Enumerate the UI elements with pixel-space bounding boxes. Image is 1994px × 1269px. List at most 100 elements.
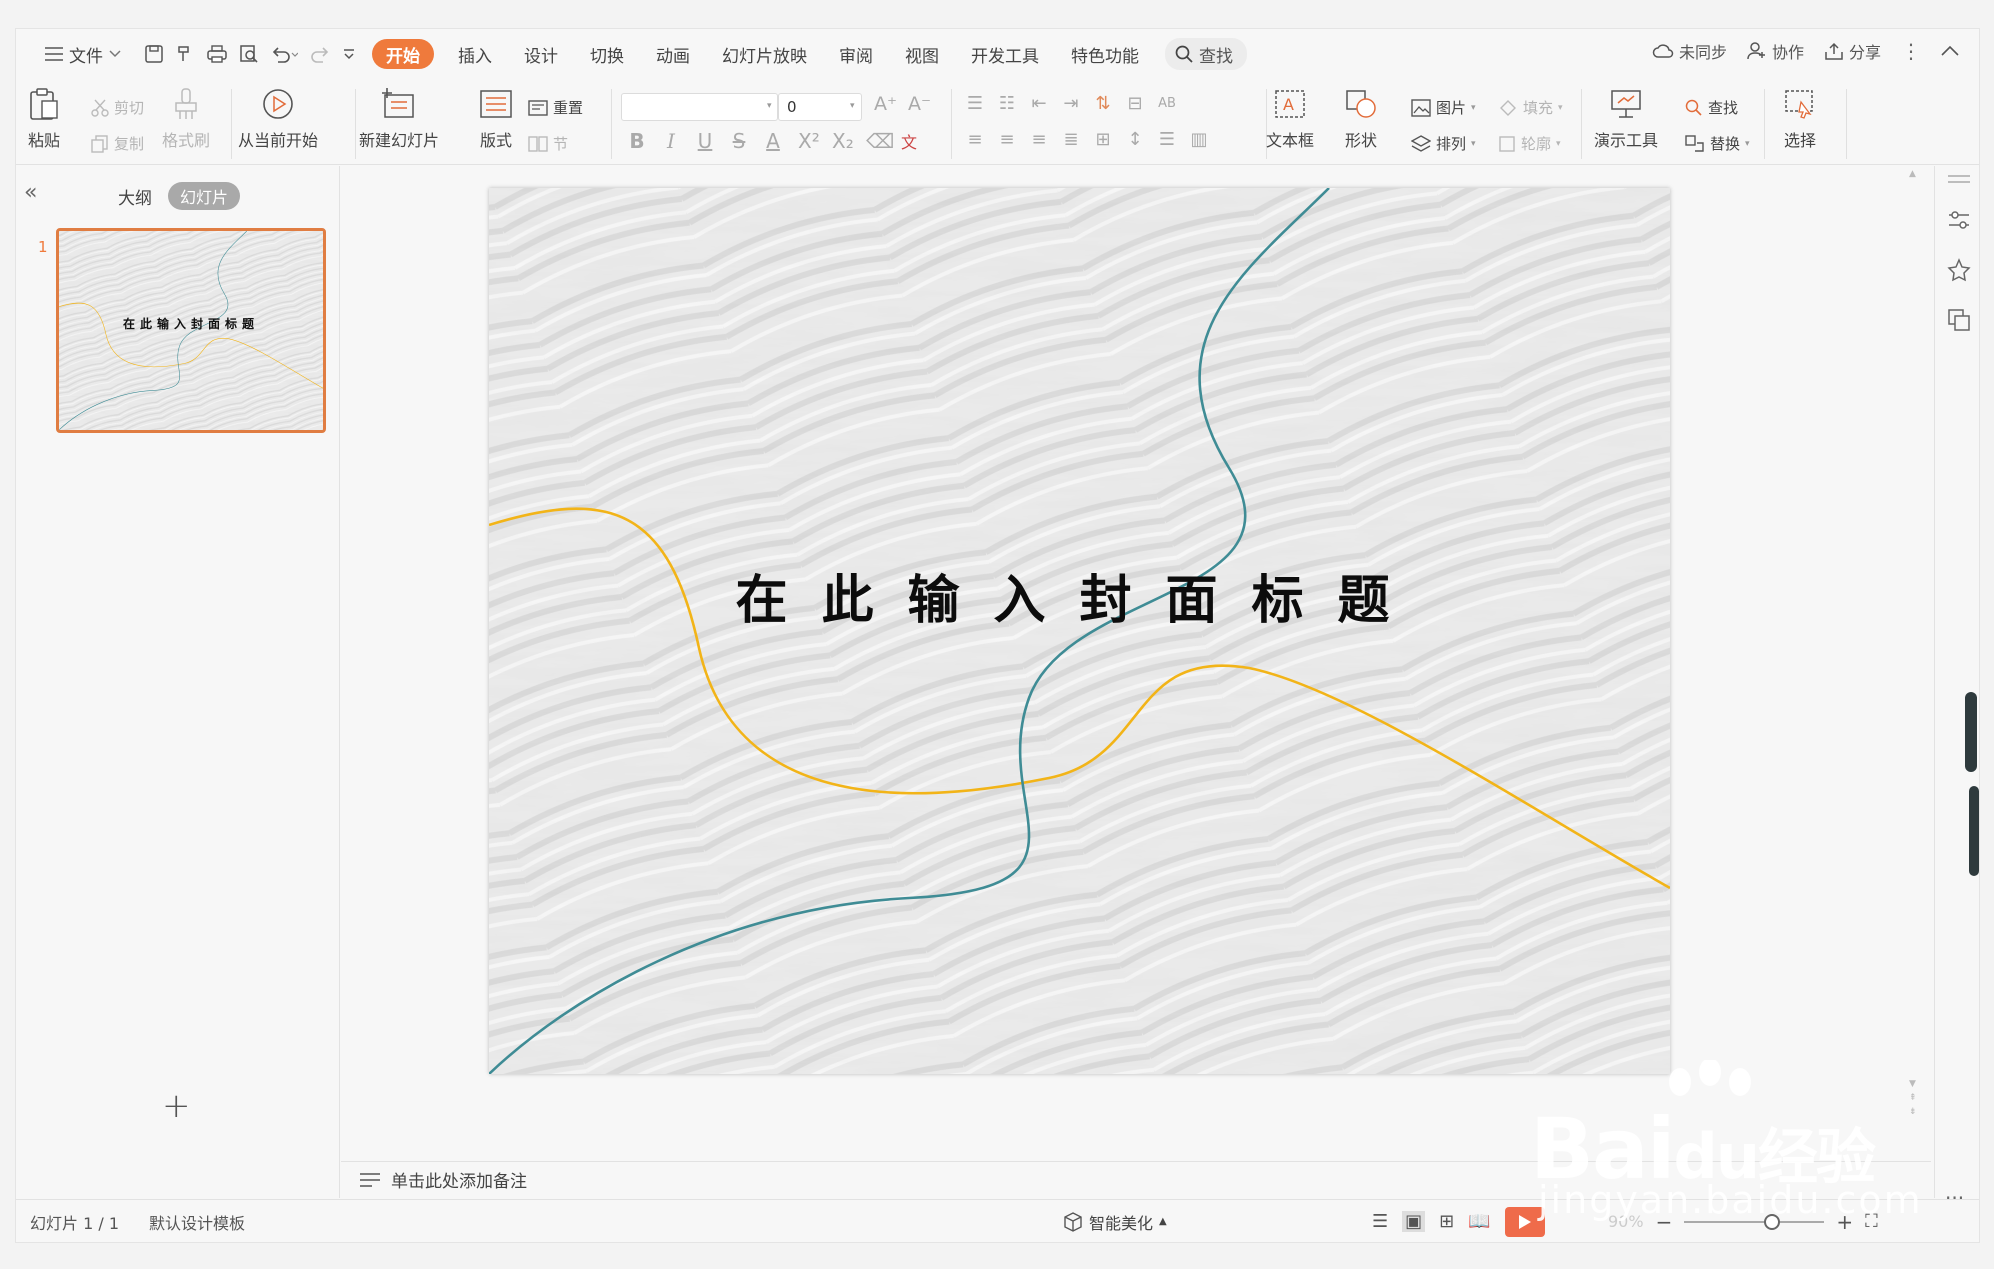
justify-icon[interactable]: ≣ — [1062, 129, 1080, 150]
distribute-icon[interactable]: ⊞ — [1094, 129, 1112, 150]
print-icon[interactable] — [206, 44, 228, 64]
print-preview-icon[interactable] — [239, 44, 259, 64]
subscript-icon[interactable]: X₂ — [832, 129, 854, 153]
section-button[interactable]: 节 — [528, 133, 568, 154]
undo-icon[interactable] — [270, 44, 298, 64]
replace-button[interactable]: 替换 ▾ — [1685, 133, 1750, 154]
font-grow-icon[interactable]: A⁺ — [874, 93, 897, 115]
tab-view[interactable]: 视图 — [889, 39, 955, 69]
slide-thumbnail[interactable]: 在此输入封面标题 — [56, 228, 326, 433]
normal-view-icon[interactable]: ▣ — [1402, 1211, 1426, 1232]
slideshow-play-button[interactable] — [1504, 1206, 1545, 1237]
increase-indent-icon[interactable]: ⇥ — [1062, 93, 1080, 114]
fit-window-icon[interactable]: ⛶ — [1865, 1211, 1878, 1232]
new-slide-button[interactable]: 新建幻灯片 — [359, 87, 439, 151]
align-center-icon[interactable]: ≡ — [998, 129, 1016, 150]
picture-button[interactable]: 图片 ▾ — [1411, 97, 1476, 118]
bold-icon[interactable]: B — [628, 129, 646, 153]
select-button[interactable]: 选择 — [1782, 87, 1818, 151]
tab-developer[interactable]: 开发工具 — [955, 39, 1055, 69]
tab-review[interactable]: 审阅 — [823, 39, 889, 69]
find-button[interactable]: 查找 — [1685, 97, 1738, 118]
tab-outline[interactable]: 大纲 — [118, 184, 152, 209]
collaborate-button[interactable]: 协作 — [1747, 39, 1804, 63]
collapse-panel-icon[interactable]: « — [24, 180, 37, 205]
notes-toggle-icon[interactable]: ☰ — [1372, 1211, 1388, 1232]
convert-smartart-icon[interactable]: AB — [1158, 96, 1176, 111]
properties-icon[interactable] — [1947, 208, 1971, 232]
zoom-level[interactable]: 90% — [1608, 1212, 1644, 1231]
format-brush-icon[interactable] — [175, 44, 195, 64]
save-icon[interactable] — [144, 44, 164, 64]
superscript-icon[interactable]: X² — [798, 129, 820, 153]
tab-insert[interactable]: 插入 — [442, 39, 508, 69]
outline-button[interactable]: 轮廓 ▾ — [1498, 133, 1561, 154]
line-spacing-icon[interactable]: ↕ — [1126, 129, 1144, 150]
textbox-button[interactable]: A 文本框 — [1266, 87, 1314, 151]
collapse-ribbon-icon[interactable] — [1941, 45, 1959, 57]
zoom-slider-knob[interactable] — [1764, 1213, 1781, 1230]
decrease-indent-icon[interactable]: ⇤ — [1030, 93, 1048, 114]
design-template[interactable]: 默认设计模板 — [149, 1210, 245, 1234]
share-button[interactable]: 分享 — [1824, 39, 1881, 63]
font-name-select[interactable] — [621, 93, 778, 121]
tab-animations[interactable]: 动画 — [640, 39, 706, 69]
reading-view-icon[interactable]: 📖 — [1468, 1211, 1490, 1232]
zoom-out-icon[interactable]: − — [1656, 1210, 1673, 1234]
more-options-icon[interactable]: ⋮ — [1901, 39, 1921, 63]
customize-toolbar-icon[interactable] — [342, 44, 356, 64]
font-shrink-icon[interactable]: A⁻ — [908, 93, 931, 115]
zoom-slider[interactable] — [1684, 1213, 1825, 1230]
play-from-current-button[interactable]: 从当前开始 — [238, 87, 318, 151]
shape-button[interactable]: 形状 — [1343, 87, 1379, 151]
zoom-in-icon[interactable]: + — [1836, 1210, 1853, 1234]
copy-button[interactable]: 复制 — [91, 133, 144, 154]
italic-icon[interactable]: I — [662, 129, 680, 153]
tab-special-features[interactable]: 特色功能 — [1055, 39, 1155, 69]
font-color-icon[interactable]: A — [764, 129, 782, 153]
format-painter-button[interactable]: 格式刷 — [162, 87, 210, 151]
pane-handle-icon[interactable] — [1947, 174, 1971, 184]
slide-sorter-icon[interactable]: ⊞ — [1439, 1211, 1454, 1232]
sync-button[interactable]: 未同步 — [1652, 39, 1727, 63]
fill-button[interactable]: 填充 ▾ — [1498, 97, 1563, 118]
add-slide-button[interactable]: + — [162, 1086, 191, 1126]
search-box[interactable]: 查找 — [1165, 38, 1247, 70]
align-left-icon[interactable]: ≡ — [966, 129, 984, 150]
arrange-button[interactable]: 排列 ▾ — [1411, 133, 1476, 154]
tab-home[interactable]: 开始 — [372, 39, 434, 69]
tab-slides[interactable]: 幻灯片 — [168, 182, 241, 210]
tab-slideshow[interactable]: 幻灯片放映 — [706, 39, 823, 69]
bullet-list-icon[interactable]: ☰ — [966, 93, 984, 114]
vertical-scrollbar[interactable]: ▲ ▼ ⇞ ⇟ — [1904, 169, 1918, 1141]
font-size-dropdown-icon[interactable]: ▾ — [850, 101, 855, 111]
text-direction-icon[interactable]: ⇅ — [1094, 93, 1112, 114]
phonetic-guide-icon[interactable]: 文 — [900, 129, 918, 153]
file-menu[interactable]: 文件 — [34, 39, 132, 69]
align-text-icon[interactable]: ⊟ — [1126, 93, 1144, 114]
slide-title[interactable]: 在此输入封面标题 — [489, 558, 1670, 633]
side-tab-handle-2[interactable] — [1969, 786, 1979, 876]
paste-button[interactable]: 粘贴 — [26, 87, 62, 151]
slide-canvas[interactable]: 在此输入封面标题 — [489, 188, 1670, 1074]
slide-transition-icon[interactable] — [1947, 308, 1971, 332]
tab-design[interactable]: 设计 — [508, 39, 574, 69]
redo-icon[interactable] — [309, 44, 331, 64]
font-name-dropdown-icon[interactable]: ▾ — [767, 101, 772, 111]
side-tab-handle[interactable] — [1965, 692, 1977, 772]
layout-button[interactable]: 版式 — [478, 87, 514, 151]
reset-button[interactable]: 重置 — [528, 97, 583, 118]
columns-icon[interactable]: ▥ — [1190, 129, 1208, 150]
animation-star-icon[interactable] — [1947, 258, 1971, 282]
notes-area[interactable]: 单击此处添加备注 — [341, 1161, 1931, 1197]
cut-button[interactable]: 剪切 — [91, 97, 144, 118]
strikethrough-icon[interactable]: S — [730, 129, 748, 153]
paragraph-spacing-icon[interactable]: ☰ — [1158, 129, 1176, 150]
presentation-tools-button[interactable]: 演示工具 — [1594, 87, 1658, 151]
smart-beautify-button[interactable]: 智能美化 ▲ — [1063, 1210, 1167, 1234]
align-right-icon[interactable]: ≡ — [1030, 129, 1048, 150]
underline-icon[interactable]: U — [696, 129, 714, 153]
eraser-icon[interactable]: ⌫ — [866, 129, 894, 153]
numbered-list-icon[interactable]: ☷ — [998, 93, 1016, 114]
tab-transitions[interactable]: 切换 — [574, 39, 640, 69]
